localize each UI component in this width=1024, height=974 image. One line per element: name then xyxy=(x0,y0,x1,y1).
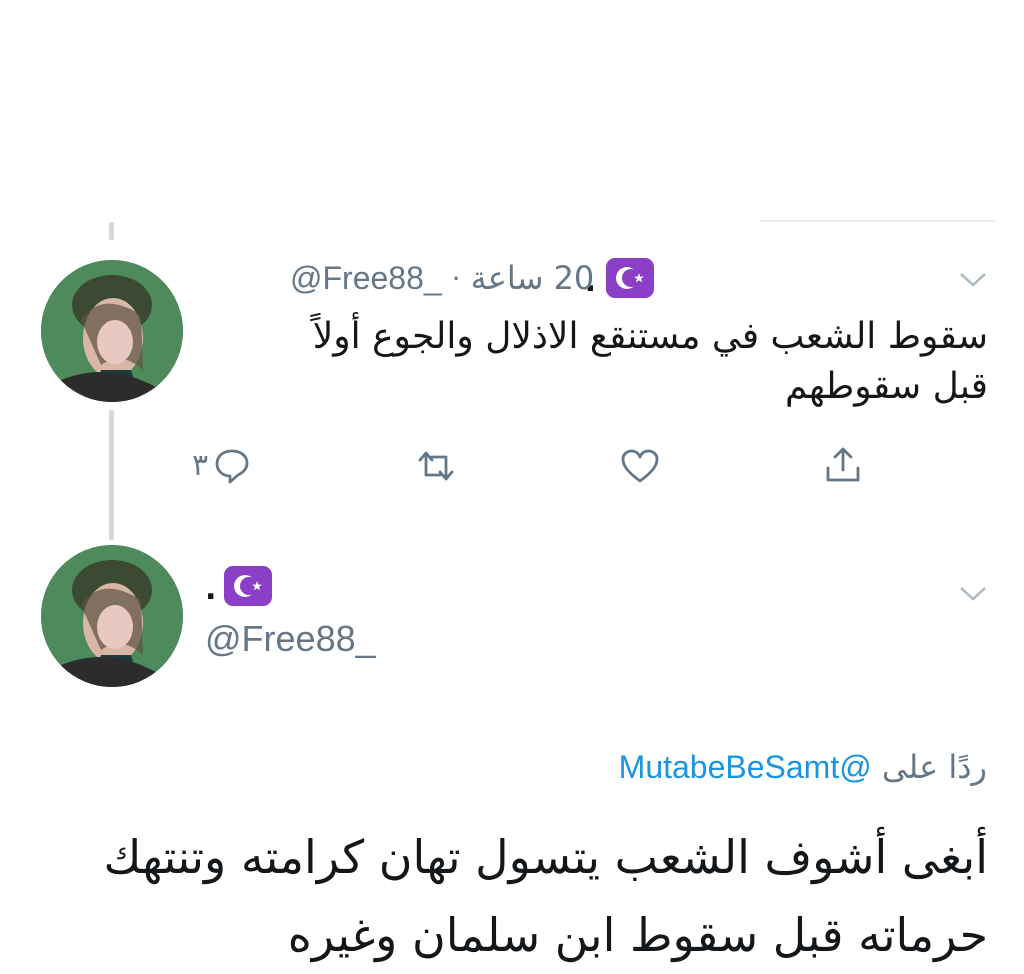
tweet-text: سقوط الشعب في مستنقع الاذلال والجوع أولا… xyxy=(228,312,988,412)
tweet-text-line: حرماته قبل سقوط ابن سلمان وغيره xyxy=(287,908,988,962)
user-handle[interactable]: @Free88_ xyxy=(205,618,376,660)
thread-line-middle xyxy=(109,410,114,540)
like-icon xyxy=(621,449,659,483)
replying-to: ردًا على @MutabeBeSamt xyxy=(619,748,987,786)
avatar[interactable] xyxy=(41,545,183,687)
thread-line-top xyxy=(109,222,114,240)
tweet-text: أبغى أشوف الشعب يتسول تهان كرامته وتنتهك… xyxy=(28,818,988,974)
tweet-meta: @Free88_ · 20 ساعة xyxy=(290,258,594,298)
replying-to-handle[interactable]: @MutabeBeSamt xyxy=(619,749,872,785)
separator: · xyxy=(451,261,461,295)
reply-count: ٣ xyxy=(192,447,209,483)
retweet-icon xyxy=(418,451,454,481)
share-button[interactable] xyxy=(822,444,864,486)
crescent-badge-icon xyxy=(606,258,654,298)
top-divider xyxy=(760,220,996,222)
reply-icon xyxy=(215,449,249,484)
avatar[interactable] xyxy=(41,260,183,402)
user-handle[interactable]: @Free88_ xyxy=(290,260,442,297)
like-button[interactable] xyxy=(620,448,660,484)
retweet-button[interactable] xyxy=(414,448,458,484)
replying-to-label: ردًا على xyxy=(881,748,987,786)
chevron-down-icon[interactable] xyxy=(958,584,988,604)
share-icon xyxy=(826,447,860,482)
tweet-text-line: قبل سقوطهم xyxy=(785,366,988,407)
tweet-text-line: أبغى أشوف الشعب يتسول تهان كرامته وتنتهك xyxy=(103,830,988,884)
display-name-row: . xyxy=(205,566,273,607)
timestamp[interactable]: 20 ساعة xyxy=(471,259,595,297)
reply-button[interactable]: ٣ xyxy=(192,445,252,485)
chevron-down-icon[interactable] xyxy=(958,270,988,290)
display-name: . xyxy=(205,572,217,607)
tweet-header: . xyxy=(585,258,654,298)
tweet-text-line: سقوط الشعب في مستنقع الاذلال والجوع أولا… xyxy=(312,316,988,357)
crescent-badge-icon xyxy=(224,566,273,606)
